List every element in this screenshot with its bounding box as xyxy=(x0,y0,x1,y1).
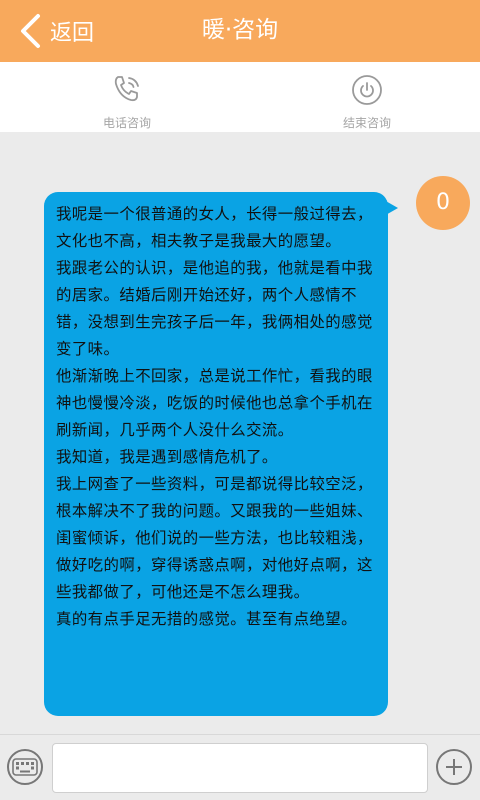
input-bar xyxy=(0,734,480,800)
phone-consult-button[interactable]: 电话咨询 xyxy=(47,62,207,132)
power-icon xyxy=(350,72,384,110)
message-paragraph: 我呢是一个很普通的女人，长得一般过得去，文化也不高，相夫教子是我最大的愿望。 xyxy=(56,205,373,250)
message-paragraph: 真的有点手足无措的感觉。甚至有点绝望。 xyxy=(56,610,357,628)
header-bar: 返回 暖·咨询 xyxy=(0,0,480,62)
end-consult-label: 结束咨询 xyxy=(342,116,391,130)
plus-icon[interactable] xyxy=(436,749,472,785)
action-bar: 电话咨询 结束咨询 xyxy=(0,62,480,132)
message-input[interactable] xyxy=(52,743,428,793)
phone-icon xyxy=(110,72,144,110)
message-paragraph: 我上网查了一些资料，可是都说得比较空泛，根本解决不了我的问题。又跟我的一些姐妹、… xyxy=(56,475,373,601)
message-bubble[interactable]: 我呢是一个很普通的女人，长得一般过得去，文化也不高，相夫教子是我最大的愿望。 我… xyxy=(44,192,388,716)
keyboard-icon[interactable] xyxy=(7,749,43,785)
back-label: 返回 xyxy=(50,21,95,46)
avatar[interactable]: 0 xyxy=(416,176,470,230)
message-paragraph: 我跟老公的认识，是他追的我，他就是看中我的居家。结婚后刚开始还好，两个人感情不错… xyxy=(56,259,373,358)
end-consult-button[interactable]: 结束咨询 xyxy=(287,62,447,132)
message-paragraph: 他渐渐晚上不回家，总是说工作忙，看我的眼神也慢慢冷淡，吃饭的时候他也总拿个手机在… xyxy=(56,367,373,439)
back-button[interactable]: 返回 xyxy=(18,0,94,62)
message-paragraph: 我知道，我是遇到感情危机了。 xyxy=(56,448,278,466)
phone-consult-label: 电话咨询 xyxy=(102,116,151,130)
chevron-left-icon xyxy=(18,13,42,49)
